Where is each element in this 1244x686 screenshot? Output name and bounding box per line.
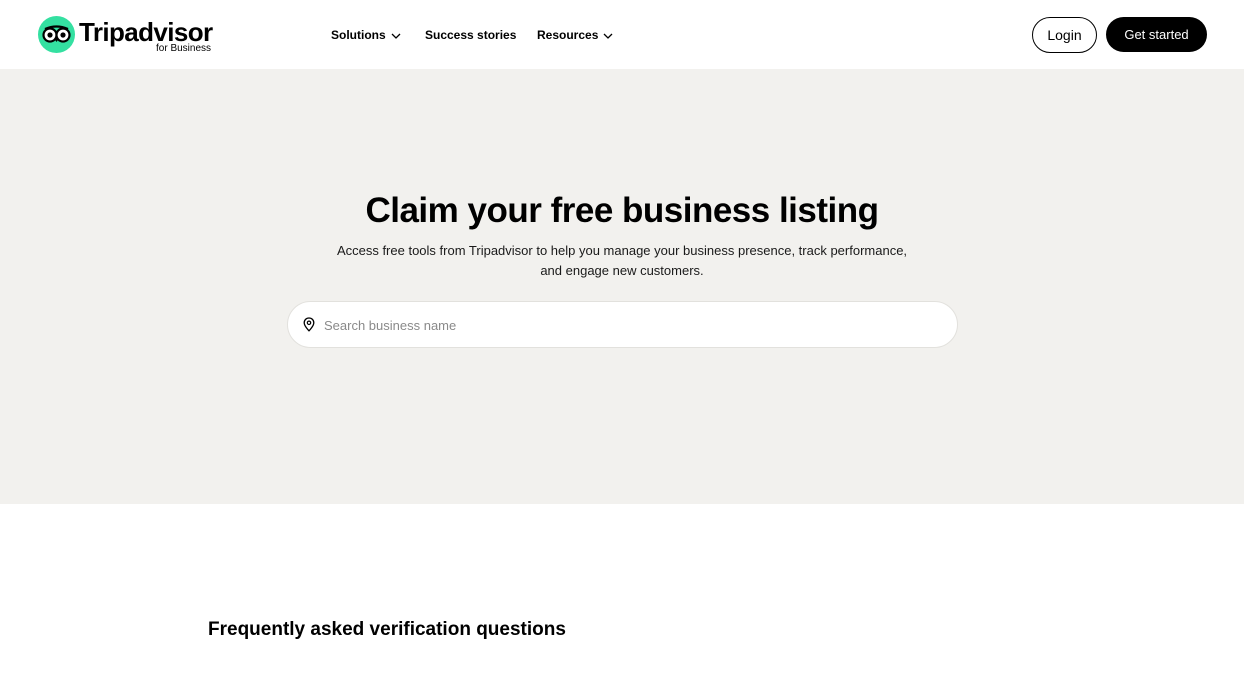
hero-subtitle: Access free tools from Tripadvisor to he… <box>300 241 944 281</box>
nav-item-label: Resources <box>537 28 599 42</box>
chevron-down-icon <box>603 26 613 44</box>
chevron-down-icon <box>391 26 401 44</box>
nav-item-label: Success stories <box>425 28 517 42</box>
tripadvisor-logo[interactable]: Tripadvisor for Business <box>38 15 218 57</box>
business-search-bar[interactable] <box>287 301 958 348</box>
hero-subtitle-line: Access free tools from Tripadvisor to he… <box>336 243 908 258</box>
location-pin-icon <box>303 317 315 337</box>
hero-section: Claim your free business listing Access … <box>0 69 1244 504</box>
nav-item-solutions[interactable]: Solutions <box>331 26 401 44</box>
nav-item-label: Solutions <box>331 28 386 42</box>
faq-heading: Frequently asked verification questions <box>208 619 566 640</box>
owl-logo-icon <box>38 16 75 53</box>
logo-subtitle: for Business <box>156 43 212 54</box>
nav-item-success-stories[interactable]: Success stories <box>425 26 516 44</box>
login-button[interactable]: Login <box>1032 17 1097 53</box>
nav-item-resources[interactable]: Resources <box>537 26 613 44</box>
site-header: Tripadvisor for Business Solutions Succe… <box>0 0 1244 69</box>
page: Tripadvisor for Business Solutions Succe… <box>0 0 1244 686</box>
page-title: Claim your free business listing <box>365 191 879 230</box>
get-started-button[interactable]: Get started <box>1106 17 1207 52</box>
search-input[interactable] <box>324 313 924 337</box>
hero-subtitle-line: and engage new customers. <box>540 263 704 278</box>
